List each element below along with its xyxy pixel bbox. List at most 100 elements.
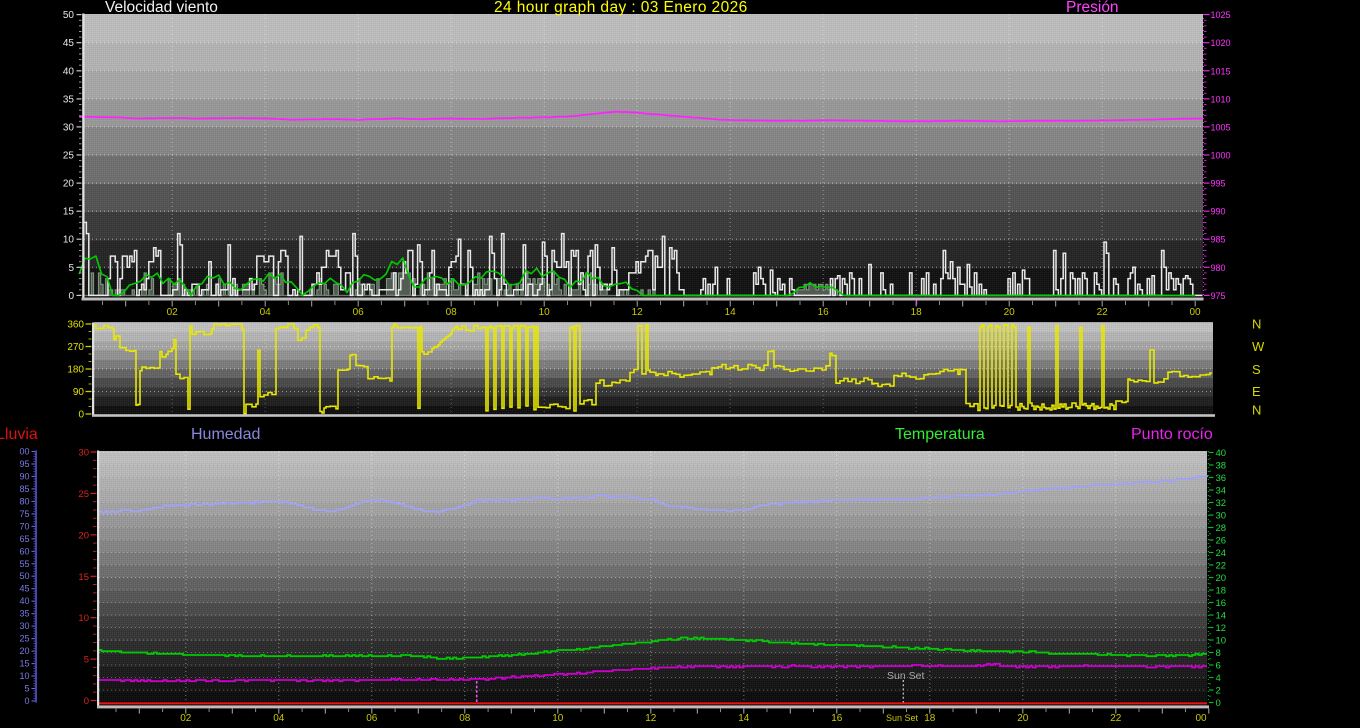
svg-text:22: 22 — [1216, 561, 1227, 572]
svg-text:20: 20 — [1017, 713, 1029, 724]
svg-text:16: 16 — [818, 307, 830, 318]
svg-text:0: 0 — [84, 696, 89, 707]
svg-text:40: 40 — [1216, 448, 1227, 459]
svg-text:10: 10 — [63, 235, 75, 246]
svg-text:4: 4 — [1216, 673, 1221, 684]
svg-text:12: 12 — [632, 307, 644, 318]
svg-text:65: 65 — [19, 534, 29, 544]
svg-text:1015: 1015 — [1211, 66, 1231, 76]
svg-text:20: 20 — [1216, 573, 1227, 584]
svg-text:1020: 1020 — [1211, 38, 1231, 48]
svg-text:S: S — [1252, 362, 1261, 377]
svg-text:00: 00 — [1189, 307, 1201, 318]
svg-text:20: 20 — [63, 179, 75, 190]
svg-text:20: 20 — [1004, 307, 1016, 318]
svg-text:Presión: Presión — [1066, 0, 1119, 16]
svg-text:25: 25 — [63, 151, 75, 162]
svg-text:Temperatura: Temperatura — [895, 426, 985, 443]
svg-text:45: 45 — [19, 584, 29, 594]
svg-text:975: 975 — [1211, 291, 1226, 301]
svg-text:00: 00 — [1195, 713, 1207, 724]
svg-text:14: 14 — [1216, 611, 1227, 622]
svg-text:06: 06 — [366, 713, 378, 724]
svg-text:990: 990 — [1211, 207, 1226, 217]
svg-text:1025: 1025 — [1211, 10, 1231, 20]
svg-text:04: 04 — [273, 713, 285, 724]
svg-text:18: 18 — [911, 307, 923, 318]
svg-text:1005: 1005 — [1211, 122, 1231, 132]
svg-text:90: 90 — [73, 387, 85, 398]
svg-text:25: 25 — [19, 634, 29, 644]
svg-text:8: 8 — [1216, 648, 1221, 659]
svg-text:180: 180 — [67, 365, 84, 376]
svg-text:0: 0 — [68, 291, 74, 302]
svg-text:10: 10 — [19, 671, 29, 681]
svg-text:22: 22 — [1097, 307, 1109, 318]
svg-text:20: 20 — [78, 530, 89, 541]
svg-text:15: 15 — [63, 207, 75, 218]
svg-text:10: 10 — [78, 613, 89, 624]
svg-text:270: 270 — [67, 342, 84, 353]
svg-text:22: 22 — [1110, 713, 1122, 724]
svg-text:38: 38 — [1216, 461, 1227, 472]
svg-text:W: W — [1252, 339, 1265, 354]
svg-text:0: 0 — [1216, 698, 1221, 709]
svg-text:Humedad: Humedad — [191, 426, 260, 443]
svg-text:10: 10 — [552, 713, 564, 724]
svg-text:6: 6 — [1216, 661, 1221, 672]
svg-text:1010: 1010 — [1211, 94, 1231, 104]
svg-text:50: 50 — [63, 10, 75, 21]
svg-text:14: 14 — [738, 713, 750, 724]
svg-text:80: 80 — [19, 496, 29, 506]
svg-text:20: 20 — [19, 646, 29, 656]
svg-text:24: 24 — [1216, 548, 1227, 559]
svg-text:15: 15 — [78, 572, 89, 583]
svg-text:34: 34 — [1216, 486, 1227, 497]
svg-text:06: 06 — [353, 307, 365, 318]
svg-text:75: 75 — [19, 509, 29, 519]
svg-text:1000: 1000 — [1211, 151, 1231, 161]
svg-text:55: 55 — [19, 559, 29, 569]
svg-text:35: 35 — [19, 609, 29, 619]
svg-text:60: 60 — [19, 546, 29, 556]
svg-text:25: 25 — [78, 489, 89, 500]
svg-text:45: 45 — [63, 38, 75, 49]
svg-text:16: 16 — [831, 713, 843, 724]
svg-text:Sun Set: Sun Set — [886, 713, 919, 723]
svg-text:360: 360 — [67, 320, 84, 331]
svg-text:Sun Set: Sun Set — [887, 670, 924, 682]
svg-text:40: 40 — [63, 66, 75, 77]
svg-text:95: 95 — [19, 459, 29, 469]
svg-text:0: 0 — [24, 696, 29, 706]
svg-text:30: 30 — [19, 621, 29, 631]
svg-text:02: 02 — [167, 307, 179, 318]
svg-text:14: 14 — [725, 307, 737, 318]
svg-text:0: 0 — [78, 410, 84, 421]
svg-text:12: 12 — [645, 713, 657, 724]
svg-text:Lluvia: Lluvia — [0, 426, 38, 443]
svg-text:16: 16 — [1216, 598, 1227, 609]
svg-text:5: 5 — [84, 655, 89, 666]
svg-text:E: E — [1252, 384, 1261, 399]
svg-text:Velocidad viento: Velocidad viento — [105, 0, 218, 16]
svg-text:08: 08 — [459, 713, 471, 724]
svg-text:N: N — [1252, 403, 1261, 418]
svg-text:15: 15 — [19, 659, 29, 669]
svg-text:02: 02 — [180, 713, 192, 724]
svg-text:985: 985 — [1211, 235, 1226, 245]
svg-text:30: 30 — [78, 448, 89, 459]
svg-text:36: 36 — [1216, 473, 1227, 484]
svg-text:35: 35 — [63, 94, 75, 105]
svg-text:40: 40 — [19, 596, 29, 606]
svg-text:995: 995 — [1211, 179, 1226, 189]
svg-text:28: 28 — [1216, 523, 1227, 534]
svg-text:90: 90 — [19, 471, 29, 481]
svg-text:5: 5 — [24, 684, 29, 694]
svg-text:08: 08 — [446, 307, 458, 318]
svg-text:Punto rocío: Punto rocío — [1131, 426, 1213, 443]
svg-text:5: 5 — [68, 263, 74, 274]
svg-text:N: N — [1252, 317, 1261, 332]
svg-text:2: 2 — [1216, 686, 1221, 697]
svg-text:70: 70 — [19, 521, 29, 531]
svg-text:12: 12 — [1216, 623, 1227, 634]
